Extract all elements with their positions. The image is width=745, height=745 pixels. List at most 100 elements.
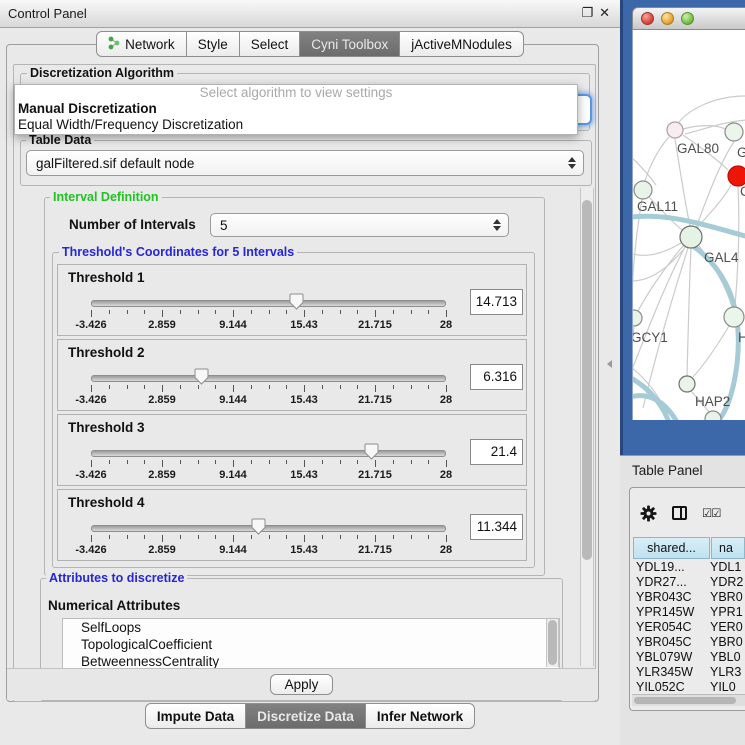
tab-impute-data[interactable]: Impute Data	[145, 703, 246, 729]
attribute-item-topologicalcoefficient[interactable]: TopologicalCoefficient	[63, 636, 559, 653]
dropdown-item-equal-width-frequency-discretization[interactable]: Equal Width/Frequency Discretization	[15, 117, 577, 133]
threshold-3-slider[interactable]: -3.4262.8599.14415.4321.71528	[91, 447, 446, 475]
threshold-1-slider[interactable]: -3.4262.8599.14415.4321.71528	[91, 297, 446, 325]
network-node-label: GAL11	[637, 199, 678, 214]
slider-thumb[interactable]	[289, 293, 304, 310]
network-node[interactable]	[680, 226, 702, 248]
panel-scrollbar[interactable]	[580, 188, 594, 666]
network-node-label: GCY1	[633, 330, 668, 345]
attributes-list-scrollbar[interactable]	[546, 619, 559, 667]
cell-shared-name: YER054C	[633, 620, 710, 635]
cell-shared-name: YLR345W	[633, 665, 710, 680]
slider-track[interactable]	[91, 450, 446, 457]
network-edge[interactable]	[633, 247, 685, 372]
float-window-icon[interactable]: ❐	[581, 5, 593, 21]
table-data-combo[interactable]: galFiltered.sif default node	[26, 150, 584, 176]
table-row[interactable]: YIL052CYIL0	[633, 680, 745, 693]
cell-name: YLR3	[710, 665, 741, 680]
threshold-1-value-field[interactable]: 14.713	[470, 289, 523, 315]
tab-cyni-toolbox[interactable]: Cyni Toolbox	[300, 31, 400, 57]
slider-tick-labels: -3.4262.8599.14415.4321.71528	[91, 544, 446, 556]
table-row[interactable]: YBL079WYBL0	[633, 650, 745, 665]
threshold-2-slider[interactable]: -3.4262.8599.14415.4321.71528	[91, 372, 446, 400]
network-node[interactable]	[634, 181, 652, 199]
network-node-label: GAL80	[677, 141, 719, 156]
network-node[interactable]	[667, 122, 683, 138]
network-node-label: HAP2	[695, 394, 730, 409]
threshold-4-value-field[interactable]: 11.344	[470, 514, 523, 540]
threshold-2-value-field[interactable]: 6.316	[470, 364, 523, 390]
dropdown-placeholder-item[interactable]: Select algorithm to view settings	[15, 85, 577, 101]
slider-track[interactable]	[91, 375, 446, 382]
table-row[interactable]: YDL19...YDL1	[633, 560, 745, 575]
threshold-1-box: Threshold 1-3.4262.8599.14415.4321.71528…	[57, 264, 527, 336]
threshold-4-slider[interactable]: -3.4262.8599.14415.4321.71528	[91, 522, 446, 550]
network-node[interactable]	[705, 411, 721, 420]
tab-label: Select	[251, 37, 289, 52]
network-edge[interactable]	[693, 326, 729, 377]
network-node[interactable]	[728, 166, 745, 186]
table-row[interactable]: YBR045CYBR0	[633, 635, 745, 650]
slider-thumb[interactable]	[251, 518, 266, 535]
close-window-icon[interactable]	[641, 12, 654, 25]
slider-track[interactable]	[91, 300, 446, 307]
tab-label: Network	[125, 37, 175, 52]
tab-label: Discretize Data	[257, 709, 354, 724]
column-header-shared[interactable]: shared...	[633, 537, 710, 559]
zoom-window-icon[interactable]	[681, 12, 694, 25]
table-row[interactable]: YDR27...YDR2	[633, 575, 745, 590]
cell-name: YIL0	[710, 680, 736, 693]
threshold-3-value-field[interactable]: 21.4	[470, 439, 523, 465]
network-edge[interactable]	[633, 243, 681, 255]
thresholds-group-title: Threshold's Coordinates for 5 Intervals	[59, 245, 297, 259]
table-hscrollbar[interactable]	[632, 694, 745, 706]
network-node[interactable]	[633, 310, 642, 326]
apply-row: Apply	[7, 668, 596, 700]
slider-thumb[interactable]	[194, 368, 209, 385]
slider-track[interactable]	[91, 525, 446, 532]
network-window-titlebar[interactable]	[632, 7, 745, 30]
table-toolbar: ☑☑	[640, 503, 745, 523]
tab-infer-network[interactable]: Infer Network	[366, 703, 475, 729]
table-row[interactable]: YER054CYER0	[633, 620, 745, 635]
network-canvas[interactable]: GAL80GACGAL11GAL4GCY1HHAP2	[632, 30, 745, 420]
threshold-4-box: Threshold 4-3.4262.8599.14415.4321.71528…	[57, 489, 527, 561]
table-row[interactable]: YBR043CYBR0	[633, 590, 745, 605]
gear-icon[interactable]	[640, 505, 657, 522]
dropdown-item-manual-discretization[interactable]: Manual Discretization	[15, 101, 577, 117]
tab-discretize-data[interactable]: Discretize Data	[246, 703, 366, 729]
columns-icon[interactable]	[672, 506, 687, 520]
threshold-2-box: Threshold 2-3.4262.8599.14415.4321.71528…	[57, 339, 527, 411]
tab-label: Cyni Toolbox	[311, 37, 388, 52]
network-node[interactable]	[725, 123, 743, 141]
close-panel-icon[interactable]: ✕	[599, 5, 610, 21]
tab-select[interactable]: Select	[240, 31, 301, 57]
column-header-name[interactable]: na	[711, 537, 745, 559]
num-intervals-label: Number of Intervals	[69, 217, 196, 232]
attribute-item-selfloops[interactable]: SelfLoops	[63, 619, 559, 636]
minimize-window-icon[interactable]	[661, 12, 674, 25]
stepper-icon	[493, 219, 501, 231]
network-edge[interactable]	[645, 137, 669, 181]
panel-scrollbar-thumb[interactable]	[582, 200, 592, 560]
splitter-collapse-arrow[interactable]	[607, 360, 612, 368]
tab-style[interactable]: Style	[187, 31, 240, 57]
tab-jactivemnodules[interactable]: jActiveMNodules	[400, 31, 524, 57]
network-edge[interactable]	[633, 150, 656, 185]
network-edge[interactable]	[687, 248, 691, 376]
apply-button[interactable]: Apply	[270, 674, 334, 695]
slider-thumb[interactable]	[364, 443, 379, 460]
tab-label: Impute Data	[157, 709, 234, 724]
num-intervals-combo[interactable]: 5	[210, 213, 509, 237]
network-node-label: C	[740, 184, 745, 199]
table-row[interactable]: YLR345WYLR3	[633, 665, 745, 680]
network-node[interactable]	[724, 307, 744, 327]
checkbox-icon[interactable]: ☑☑	[702, 506, 721, 520]
table-row[interactable]: YPR145WYPR1	[633, 605, 745, 620]
stepper-icon	[568, 157, 576, 169]
network-edge[interactable]	[735, 187, 739, 306]
network-edge[interactable]	[679, 96, 745, 122]
network-node[interactable]	[679, 376, 695, 392]
network-node-label: GAL4	[704, 250, 739, 265]
tab-network[interactable]: Network	[96, 31, 187, 57]
